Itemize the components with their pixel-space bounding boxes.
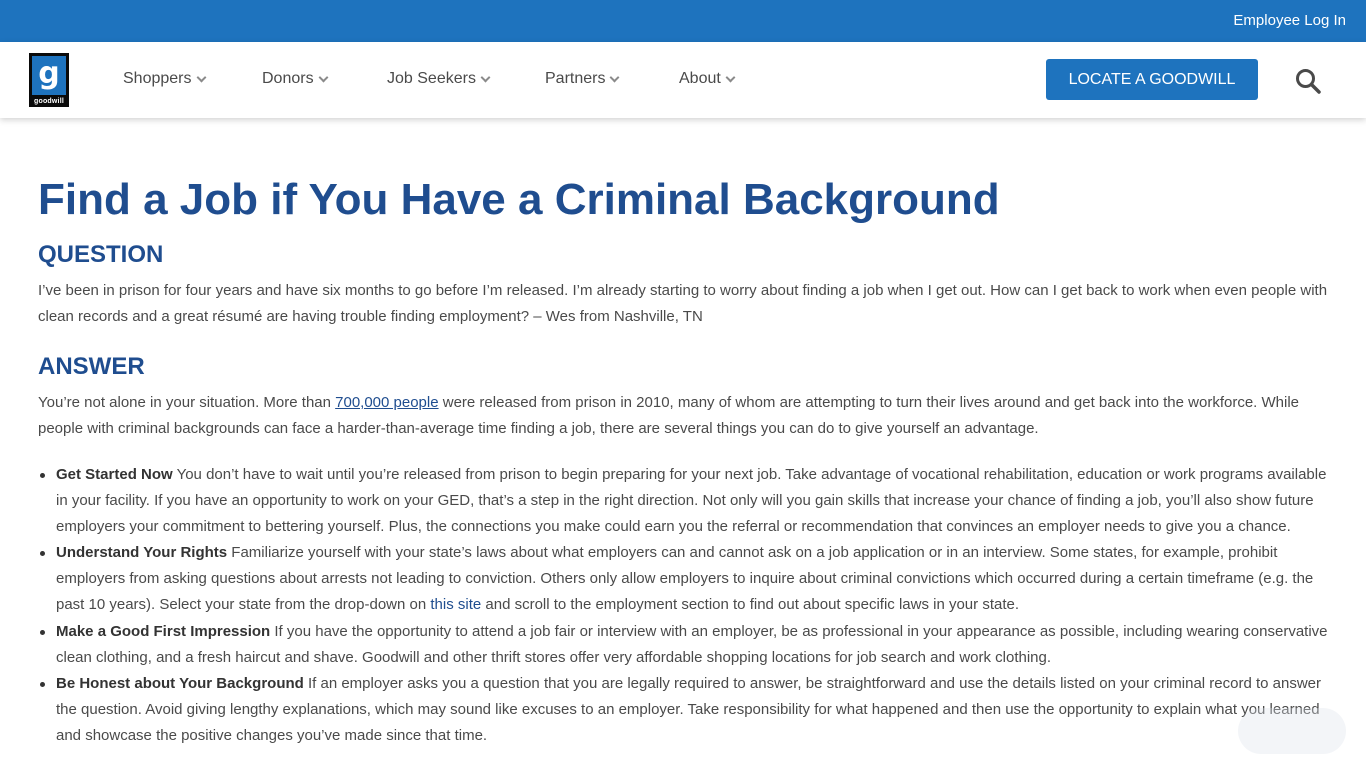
list-item: Make a Good First Impression If you have…	[40, 619, 1334, 671]
main-navigation: g goodwill Shoppers Donors Job Seekers P…	[0, 42, 1366, 118]
list-item: Get Started Now You don’t have to wait u…	[40, 462, 1334, 539]
tip-text: You don’t have to wait until you’re rele…	[56, 466, 1327, 535]
tips-list: Get Started Now You don’t have to wait u…	[40, 462, 1334, 750]
answer-heading: ANSWER	[38, 353, 145, 380]
nav-item-about[interactable]: About	[679, 70, 736, 88]
prison-release-stats-link[interactable]: 700,000 people	[335, 394, 438, 411]
chevron-down-icon	[196, 72, 206, 83]
tip-title: Be Honest about Your Background	[56, 675, 304, 693]
goodwill-logo[interactable]: g goodwill	[29, 53, 69, 107]
logo-wordmark: goodwill	[34, 98, 64, 105]
nav-item-label: Partners	[545, 70, 606, 87]
list-item: Understand Your Rights Familiarize yours…	[40, 540, 1334, 617]
locate-goodwill-button[interactable]: LOCATE A GOODWILL	[1046, 59, 1258, 100]
answer-text-start: You’re not alone in your situation. More…	[38, 394, 336, 411]
nav-item-donors[interactable]: Donors	[262, 70, 329, 88]
nav-item-job-seekers[interactable]: Job Seekers	[387, 70, 491, 88]
nav-item-shoppers[interactable]: Shoppers	[123, 70, 206, 88]
tip-title: Make a Good First Impression	[56, 622, 271, 640]
state-laws-link[interactable]: this site	[430, 596, 481, 613]
top-utility-bar: Employee Log In	[0, 0, 1366, 42]
nav-item-label: About	[679, 70, 721, 87]
chevron-down-icon	[725, 72, 736, 83]
list-item: Be Honest about Your Background If an em…	[40, 671, 1334, 748]
nav-item-label: Shoppers	[123, 70, 192, 87]
answer-text: You’re not alone in your situation. More…	[38, 390, 1334, 441]
search-icon[interactable]	[1295, 68, 1321, 94]
question-heading: QUESTION	[38, 241, 164, 268]
question-text: I’ve been in prison for four years and h…	[38, 282, 1328, 325]
chat-widget-button[interactable]	[1238, 708, 1346, 754]
page-title: Find a Job if You Have a Criminal Backgr…	[38, 175, 1000, 224]
tip-title: Understand Your Rights	[56, 544, 228, 562]
tip-text-after: and scroll to the employment section to …	[481, 595, 1019, 613]
chevron-down-icon	[480, 72, 491, 83]
chevron-down-icon	[610, 72, 620, 83]
chevron-down-icon	[318, 72, 329, 83]
logo-glyph: g	[38, 56, 60, 91]
nav-item-label: Job Seekers	[387, 70, 476, 87]
nav-item-label: Donors	[262, 70, 314, 87]
nav-item-partners[interactable]: Partners	[545, 70, 620, 88]
employee-login-link[interactable]: Employee Log In	[1233, 12, 1346, 29]
tip-title: Get Started Now	[56, 466, 173, 483]
